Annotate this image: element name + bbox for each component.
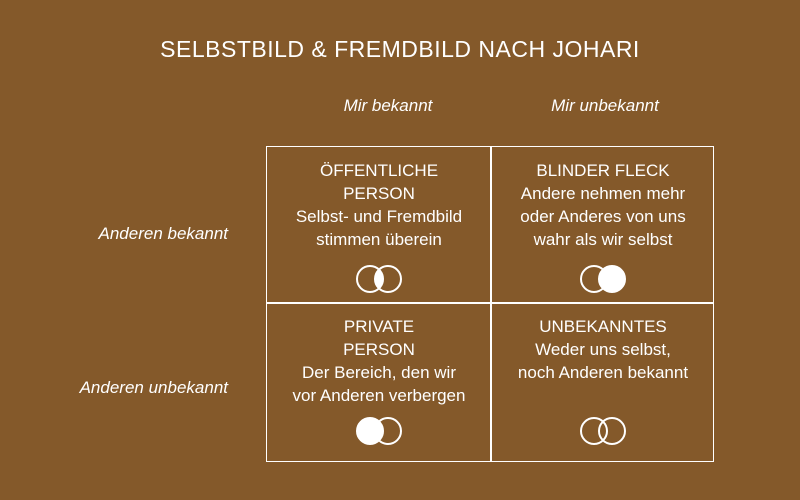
quadrant-description: noch Anderen bekannt [517,363,689,382]
quadrant-public-person: ÖFFENTLICHE PERSON Selbst- und Fremdbild… [267,147,491,303]
quadrant-heading: PERSON [343,184,415,203]
venn-empty-icon [580,417,626,445]
column-label-known-to-self: Mir bekannt [343,96,433,115]
quadrant-heading: UNBEKANNTES [539,317,667,336]
quadrant-description: Andere nehmen mehr [520,184,686,203]
quadrant-description: oder Anderes von uns [520,207,686,226]
quadrant-private-person: PRIVATE PERSON Der Bereich, den wir vor … [267,303,491,459]
venn-right-filled-icon [580,265,626,293]
quadrant-description: wahr als wir selbst [533,230,673,249]
quadrant-heading: BLINDER FLECK [536,161,670,180]
venn-left-filled-icon [356,417,402,445]
quadrant-unknown: UNBEKANNTES Weder uns selbst, noch Ander… [491,303,715,459]
quadrant-blind-spot: BLINDER FLECK Andere nehmen mehr oder An… [491,147,715,303]
venn-overlap-filled-icon [356,265,402,293]
quadrant-heading: ÖFFENTLICHE [319,161,439,180]
diagram-title: SELBSTBILD & FREMDBILD NACH JOHARI [160,36,640,62]
quadrant-description: stimmen überein [316,230,442,249]
quadrant-description: Selbst- und Fremdbild [295,207,463,226]
quadrant-heading: PRIVATE [343,317,415,336]
row-label-known-to-others: Anderen bekannt [98,224,229,243]
quadrant-description: Der Bereich, den wir [301,363,456,382]
row-label-unknown-to-others: Anderen unbekannt [79,378,228,397]
johari-window-grid: ÖFFENTLICHE PERSON Selbst- und Fremdbild… [266,146,714,462]
quadrant-heading: PERSON [343,340,415,359]
quadrant-description: Weder uns selbst, [535,340,671,359]
quadrant-description: vor Anderen verbergen [292,386,466,405]
column-label-unknown-to-self: Mir unbekannt [551,96,659,115]
